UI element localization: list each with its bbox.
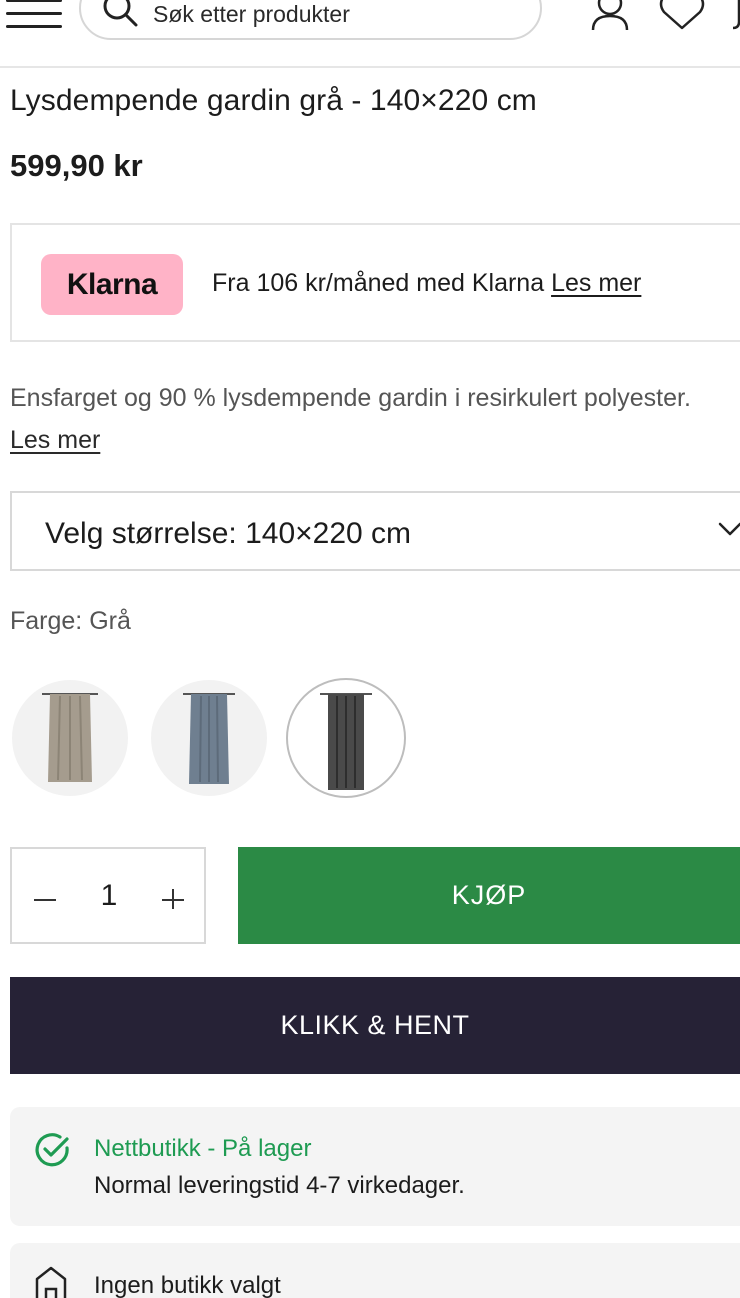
search-bar[interactable] [79,0,542,40]
color-swatch-gray[interactable] [286,678,406,798]
heart-icon[interactable] [658,0,706,34]
menu-icon[interactable] [6,0,64,30]
description-text: Ensfarget og 90 % lysdempende gardin i r… [10,384,691,412]
cart-icon[interactable] [726,0,740,34]
curtain-gray-image [320,693,372,790]
color-label-prefix: Farge: [10,607,83,635]
color-swatch-beige[interactable] [12,680,128,796]
click-and-collect-button[interactable]: KLIKK & HENT [10,977,740,1074]
product-description: Ensfarget og 90 % lysdempende gardin i r… [10,377,710,461]
curtain-beige-image [42,693,98,782]
check-circle-icon [35,1133,69,1167]
store-selector[interactable]: Ingen butikk valgt [10,1243,740,1298]
search-input[interactable] [153,0,513,28]
color-swatch-blue[interactable] [151,680,267,796]
chevron-down-icon [718,522,740,536]
stock-status-title: Nettbutikk - På lager [94,1135,312,1162]
search-icon [103,0,138,27]
product-title: Lysdempende gardin grå - 140×220 cm [10,84,537,117]
klarna-banner: Klarna Fra 106 kr/måned med Klarna Les m… [10,223,740,342]
color-selected-value: Grå [89,607,131,635]
size-select[interactable]: Velg størrelse: 140×220 cm [10,491,740,571]
quantity-stepper: 1 [10,847,206,944]
selected-store-text: Ingen butikk valgt [94,1272,281,1298]
delivery-time-text: Normal leveringstid 4-7 virkedager. [94,1172,465,1199]
user-icon[interactable] [588,0,632,34]
klarna-text: Fra 106 kr/måned med Klarna Les mer [212,269,641,298]
klarna-read-more-link[interactable]: Les mer [551,269,641,297]
store-icon [35,1266,67,1298]
product-price: 599,90 kr [10,148,143,183]
minus-icon[interactable] [32,883,58,909]
plus-icon[interactable] [160,883,186,909]
buy-button[interactable]: KJØP [238,847,740,944]
header [0,0,740,68]
klarna-installment-text: Fra 106 kr/måned med Klarna [212,269,545,297]
klarna-logo: Klarna [41,254,183,315]
stock-status: Nettbutikk - På lager Normal leveringsti… [10,1107,740,1226]
description-read-more-link[interactable]: Les mer [10,426,100,454]
curtain-blue-image [183,693,235,784]
color-label: Farge: Grå [10,607,131,636]
size-select-label: Velg størrelse: 140×220 cm [45,517,412,550]
quantity-value[interactable]: 1 [92,879,126,913]
